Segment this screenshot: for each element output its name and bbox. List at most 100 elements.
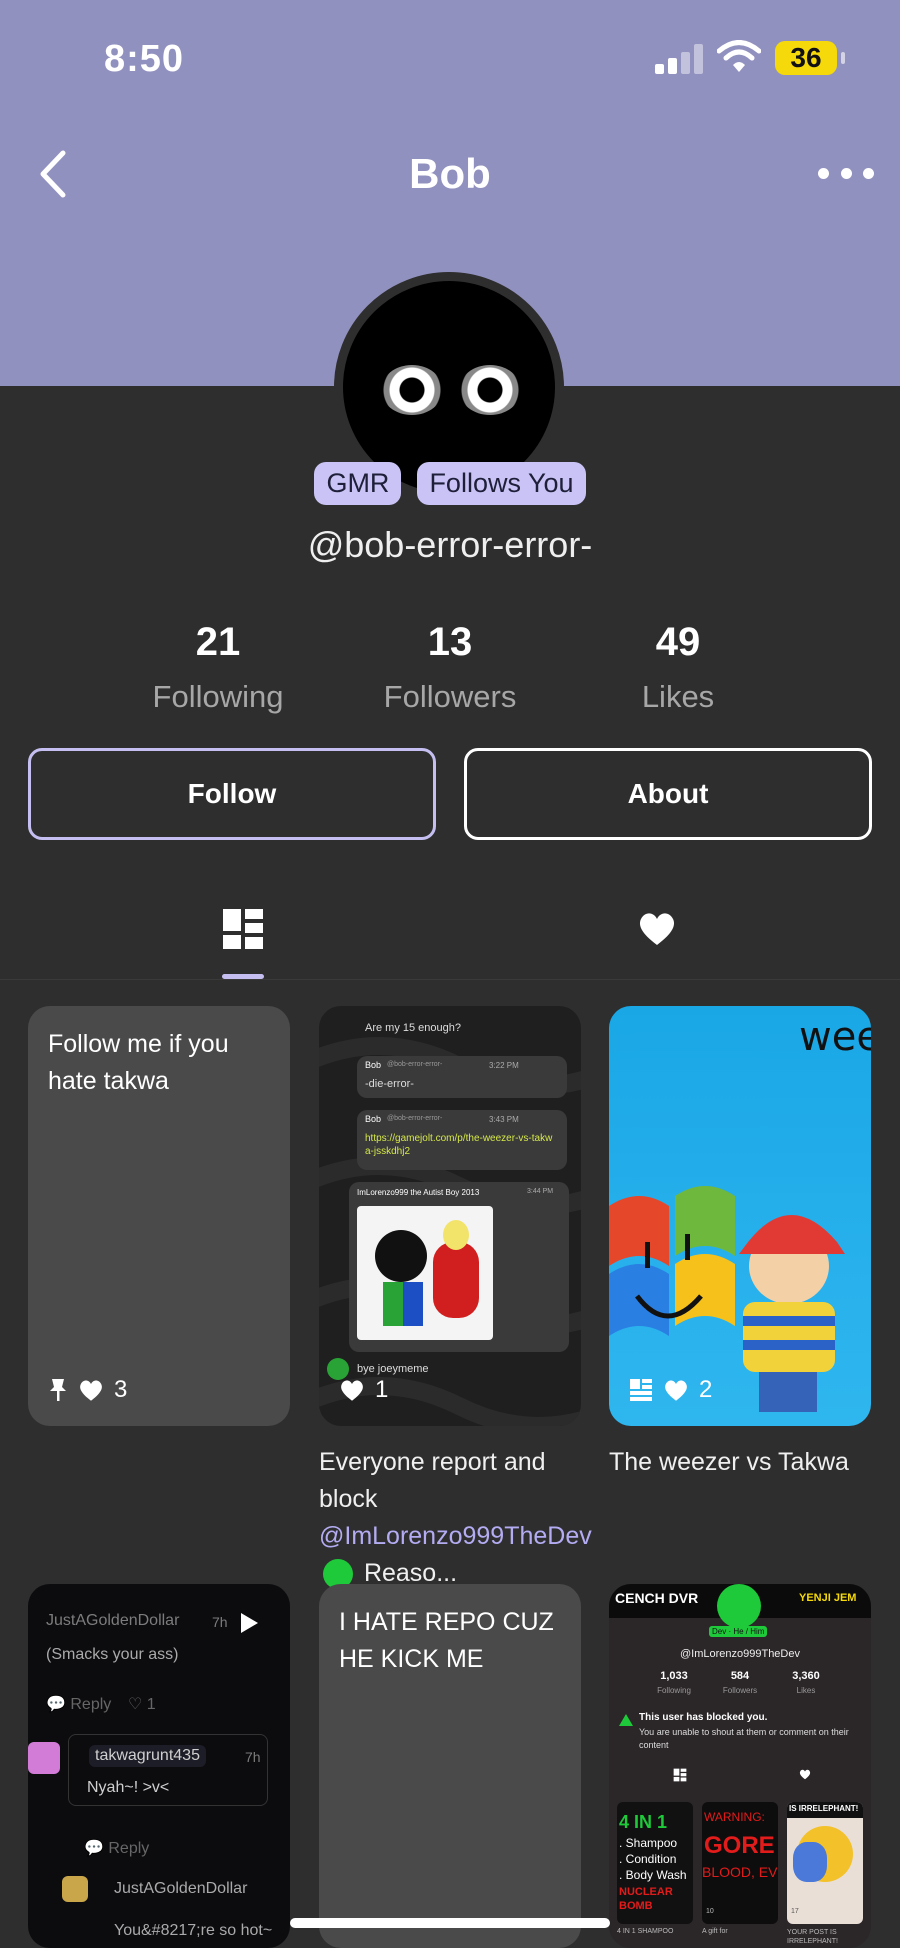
stat-value: 21 xyxy=(195,620,241,664)
avatar-eye-left xyxy=(381,365,443,415)
chat-handle: @bob-error-error- xyxy=(387,1061,443,1068)
stat-label: Likes xyxy=(796,1686,816,1695)
caption-text: Everyone report and block xyxy=(319,1448,546,1513)
like-count: 10 xyxy=(706,1908,714,1915)
stat-label: Following xyxy=(152,679,284,714)
avatar xyxy=(62,1876,88,1902)
stat-value: 13 xyxy=(427,620,473,664)
post-text: I HATE REPO CUZ HE KICK ME xyxy=(339,1608,554,1673)
chat-bubble: Bob @bob-error-error- 3:22 PM -die-error… xyxy=(357,1056,567,1098)
banner-text: YENJI JEM xyxy=(799,1592,857,1604)
user-mention[interactable]: @ImLorenzo999TheDev xyxy=(319,1522,592,1550)
stat-likes[interactable]: 49 Likes xyxy=(578,620,778,715)
like-count: 2 xyxy=(699,1376,713,1403)
dashboard-grid-icon xyxy=(673,1768,687,1782)
avatar xyxy=(28,1742,60,1774)
tab-posts[interactable] xyxy=(203,894,283,964)
chat-message: (Smacks your ass) xyxy=(46,1646,179,1663)
chat-time: 7h xyxy=(212,1614,228,1630)
heart-icon xyxy=(665,1380,687,1401)
page-title: Bob xyxy=(409,150,491,197)
chat-time: 7h xyxy=(245,1749,261,1765)
chat-bubble: ImLorenzo999 the Autist Boy 2013 3:44 PM xyxy=(349,1182,569,1352)
post-meta: 3 xyxy=(48,1376,127,1404)
post-card[interactable]: I HATE REPO CUZ HE KICK ME xyxy=(319,1584,581,1948)
chat-message: You&#8217;re so hot~ xyxy=(114,1922,273,1939)
stat-label: Following xyxy=(657,1686,691,1695)
tab-liked[interactable] xyxy=(617,894,697,964)
stat-value: 584 xyxy=(730,1670,750,1682)
thumb-text: BLOOD, EV xyxy=(702,1864,778,1880)
chat-message: -die-error- xyxy=(365,1078,414,1090)
reply-link[interactable]: 💬 Reply xyxy=(84,1838,149,1858)
thumb-text: GORE xyxy=(704,1832,775,1859)
post-caption[interactable]: Everyone report and block @ImLorenzo999T… xyxy=(319,1444,592,1592)
dot xyxy=(863,167,874,179)
thumb-caption: A gift for xyxy=(702,1928,728,1935)
thumb-text: 4 IN 1 xyxy=(619,1812,668,1832)
home-indicator[interactable] xyxy=(290,1918,610,1928)
post-card[interactable]: CENCH DVR YENJI JEM Dev · He / Him @ImLo… xyxy=(609,1584,871,1948)
chat-image[interactable] xyxy=(357,1206,493,1340)
active-tab-indicator xyxy=(222,974,264,979)
chat-message: Nyah~! >v< xyxy=(87,1779,170,1796)
thumb-text: . Shampoo xyxy=(619,1836,678,1850)
post-caption[interactable]: The weezer vs Takwa xyxy=(609,1444,889,1481)
thumb-text: NUCLEAR xyxy=(619,1886,673,1898)
thumb-text: IS IRRELEPHANT! xyxy=(789,1804,859,1813)
chat-name: Bob xyxy=(365,1060,382,1070)
stat-value: 3,360 xyxy=(792,1670,820,1682)
post-card[interactable]: JustAGoldenDollar 7h (Smacks your ass) 💬… xyxy=(28,1584,290,1948)
chat-name: JustAGoldenDollar xyxy=(46,1612,180,1629)
follow-button[interactable]: Follow xyxy=(28,748,436,840)
dot xyxy=(840,167,852,179)
badge-role: GMR xyxy=(314,462,402,505)
post-card[interactable]: Are my 15 enough? Bob @bob-error-error- … xyxy=(319,1006,581,1426)
thumb-text: . Condition xyxy=(619,1852,677,1866)
thumb-caption: 4 IN 1 SHAMPOO xyxy=(617,1928,674,1935)
article-icon xyxy=(630,1379,652,1401)
chat-message: bye joeymeme xyxy=(357,1363,429,1375)
chat-name: JustAGoldenDollar xyxy=(114,1880,248,1897)
warning-icon xyxy=(619,1714,633,1726)
stat-value: 1,033 xyxy=(660,1670,688,1682)
chat-name: takwagrunt435 xyxy=(89,1745,206,1767)
profile-tabs xyxy=(0,884,900,980)
username-handle: @bob-error-error- xyxy=(307,524,593,565)
status-bar: 8:50 36 xyxy=(0,0,900,120)
stat-value: 49 xyxy=(655,620,701,664)
chat-name: ImLorenzo999 the Autist Boy 2013 xyxy=(357,1188,480,1197)
heart-icon xyxy=(639,913,675,945)
wifi-icon xyxy=(717,40,761,72)
stat-label: Followers xyxy=(722,1686,758,1695)
battery-indicator: 36 xyxy=(775,41,845,75)
reply-link[interactable]: 💬 Reply xyxy=(46,1694,111,1714)
stat-following[interactable]: 21 Following xyxy=(118,620,318,715)
chat-line: Are my 15 enough? xyxy=(365,1022,462,1034)
heart-icon xyxy=(799,1769,811,1780)
chat-link[interactable]: https://gamejolt.com/p/the-weezer-vs-tak… xyxy=(365,1132,555,1158)
banner-text: CENCH DVR xyxy=(615,1590,699,1606)
blocked-title: This user has blocked you. xyxy=(639,1712,768,1723)
avatar xyxy=(717,1584,761,1628)
chat-time: 3:22 PM xyxy=(489,1061,519,1070)
caption-text: Reaso... xyxy=(357,1559,458,1587)
more-options-button[interactable] xyxy=(818,158,874,188)
post-card[interactable]: wee 2 xyxy=(609,1006,871,1426)
about-button[interactable]: About xyxy=(464,748,872,840)
play-icon[interactable] xyxy=(238,1612,260,1634)
chat-name: Bob xyxy=(365,1114,382,1124)
like-count: 17 xyxy=(791,1908,799,1915)
post-meta: 2 xyxy=(629,1376,712,1404)
chat-bubble: takwagrunt435 7h Nyah~! >v< xyxy=(68,1734,268,1806)
like-count: ♡ 1 xyxy=(128,1696,156,1713)
windows-logo-illustration xyxy=(609,1186,845,1412)
post-card[interactable]: Follow me if you hate takwa 3 xyxy=(28,1006,290,1426)
stat-followers[interactable]: 13 Followers xyxy=(350,620,550,715)
profile-badges: GMR Follows You xyxy=(0,462,900,505)
chat-time: 3:43 PM xyxy=(489,1115,519,1124)
post-meta: 1 xyxy=(339,1376,388,1404)
thumb-text: . Body Wash xyxy=(619,1868,687,1882)
stat-label: Followers xyxy=(383,679,517,714)
chat-time: 3:44 PM xyxy=(527,1188,554,1195)
